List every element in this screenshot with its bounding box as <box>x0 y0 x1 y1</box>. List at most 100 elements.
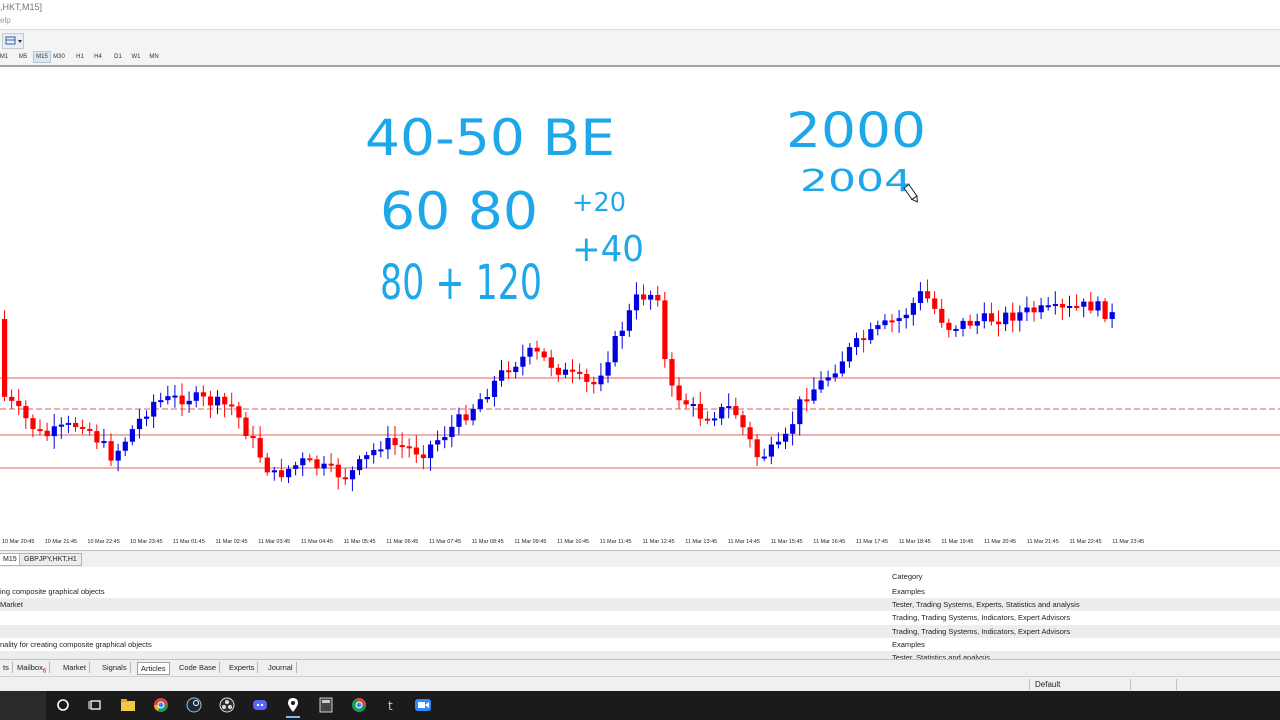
candle-body <box>65 422 72 425</box>
annotation-num2: 2004 <box>800 164 912 199</box>
tab-signals[interactable]: Signals <box>99 662 131 673</box>
candle-body <box>832 373 838 378</box>
tradingview-icon[interactable]: t <box>383 696 401 714</box>
timeframe-w1[interactable]: W1 <box>128 52 144 62</box>
article-row[interactable]: Market Tester, Trading Systems, Experts, … <box>0 598 1280 611</box>
maps-icon[interactable] <box>284 696 302 718</box>
x-tick-label: 11 Mar 22:45 <box>1069 539 1102 545</box>
candle-body <box>307 458 313 461</box>
candle-body <box>555 367 561 375</box>
candle-body <box>264 457 270 473</box>
candle-body <box>612 336 618 363</box>
timeframe-m1[interactable]: M1 <box>0 52 12 62</box>
tab-journal[interactable]: Journal <box>265 662 297 673</box>
tab-code-base[interactable]: Code Base <box>176 662 221 673</box>
tab-experts[interactable]: Experts <box>226 662 259 673</box>
timeframe-d1[interactable]: D1 <box>110 52 126 62</box>
candle-body <box>825 377 831 381</box>
article-row[interactable]: Trading, Trading Systems, Indicators, Ex… <box>0 625 1280 638</box>
status-separator <box>1029 679 1030 690</box>
article-row[interactable]: Trading, Trading Systems, Indicators, Ex… <box>0 611 1280 624</box>
timeframe-h1[interactable]: H1 <box>72 52 88 62</box>
candle-body <box>1102 301 1108 319</box>
candle-body <box>158 400 164 403</box>
tab-mailbox[interactable]: Mailbox6 <box>14 662 51 675</box>
discord-icon[interactable] <box>251 696 269 714</box>
candle-body <box>30 418 36 430</box>
candle-body <box>875 325 881 330</box>
x-tick-label: 11 Mar 08:45 <box>471 539 504 545</box>
timeframe-m5[interactable]: M5 <box>15 52 31 62</box>
x-tick-label: 11 Mar 03:45 <box>258 539 291 545</box>
tab-alerts[interactable]: ts <box>0 662 13 673</box>
menu-help[interactable]: elp <box>0 16 11 25</box>
candle-body <box>435 440 441 445</box>
candle-body <box>193 392 199 401</box>
candle-body <box>477 399 483 409</box>
profile-status[interactable]: Default <box>1035 680 1060 689</box>
file-explorer-icon[interactable] <box>119 696 137 714</box>
candle-body <box>570 369 576 372</box>
candle-body <box>293 465 299 469</box>
candle-body <box>669 359 675 386</box>
candle-body <box>101 441 107 444</box>
article-category: Trading, Trading Systems, Indicators, Ex… <box>892 627 1071 636</box>
x-tick-label: 11 Mar 05:45 <box>343 539 376 545</box>
category-header[interactable]: Category <box>892 572 922 581</box>
candle-body <box>364 455 370 460</box>
search-icon[interactable] <box>54 696 72 714</box>
annotation-line1: 40-50 BE <box>365 109 615 167</box>
chrome-icon[interactable] <box>152 696 170 714</box>
candle-body <box>917 291 924 304</box>
x-tick-label: 11 Mar 20:45 <box>984 539 1017 545</box>
candlestick-chart[interactable]: 40-50 BE 60 80 +20 80 + 120 +40 2000 200… <box>0 67 1280 550</box>
candle-body <box>889 320 895 323</box>
candle-body <box>243 417 249 436</box>
calculator-icon[interactable] <box>317 696 335 714</box>
tab-market[interactable]: Market <box>60 662 90 673</box>
article-row[interactable]: Tester, Statistics and analysis <box>0 651 1280 659</box>
zoom-icon[interactable] <box>414 696 432 714</box>
candle-body <box>300 458 306 466</box>
menu-bar: elp <box>0 15 1280 29</box>
price-chart[interactable]: 40-50 BE 60 80 +20 80 + 120 +40 2000 200… <box>0 67 1280 550</box>
candle-body <box>548 357 554 368</box>
candle-body <box>967 320 973 326</box>
annotation-line2b: +20 <box>572 188 626 218</box>
candle-body <box>442 437 448 441</box>
candle-body <box>690 404 696 407</box>
candle-body <box>846 347 853 362</box>
tab-articles[interactable]: Articles <box>137 662 170 675</box>
timeframe-mn[interactable]: MN <box>146 52 162 62</box>
chart-type-dropdown-icon[interactable] <box>2 33 24 49</box>
start-button[interactable] <box>0 691 46 720</box>
candle-body <box>797 399 803 425</box>
timeframe-m30[interactable]: M30 <box>51 52 67 62</box>
candle-body <box>761 456 767 459</box>
candle-body <box>996 321 1002 325</box>
timeframe-m15[interactable]: M15 <box>33 51 51 63</box>
article-row[interactable]: nality for creating composite graphical … <box>0 638 1280 651</box>
candle-body <box>207 396 214 406</box>
candle-body <box>428 444 434 459</box>
article-row[interactable]: ing composite graphical objects Examples <box>0 585 1280 598</box>
article-category: Examples <box>892 587 925 596</box>
chrome-alt-icon[interactable] <box>350 696 368 714</box>
annotation-line2a: 60 80 <box>380 182 538 242</box>
candle-body <box>633 294 640 311</box>
task-view-icon[interactable] <box>86 696 104 714</box>
timeframe-h4[interactable]: H4 <box>90 52 106 62</box>
chart-tab-gbpjpy[interactable]: GBPJPY,HKT,H1 <box>19 553 82 566</box>
active-indicator <box>286 716 300 718</box>
candle-body <box>37 429 43 432</box>
candle-body <box>129 429 135 442</box>
obs-icon[interactable] <box>218 696 236 714</box>
candle-body <box>534 347 540 352</box>
candle-body <box>1081 301 1087 307</box>
steam-icon[interactable] <box>185 696 203 714</box>
candle-body <box>186 400 192 405</box>
candle-body <box>591 381 597 385</box>
candle-body <box>271 470 277 473</box>
article-title: Market <box>0 600 23 609</box>
candle-body <box>747 427 753 440</box>
